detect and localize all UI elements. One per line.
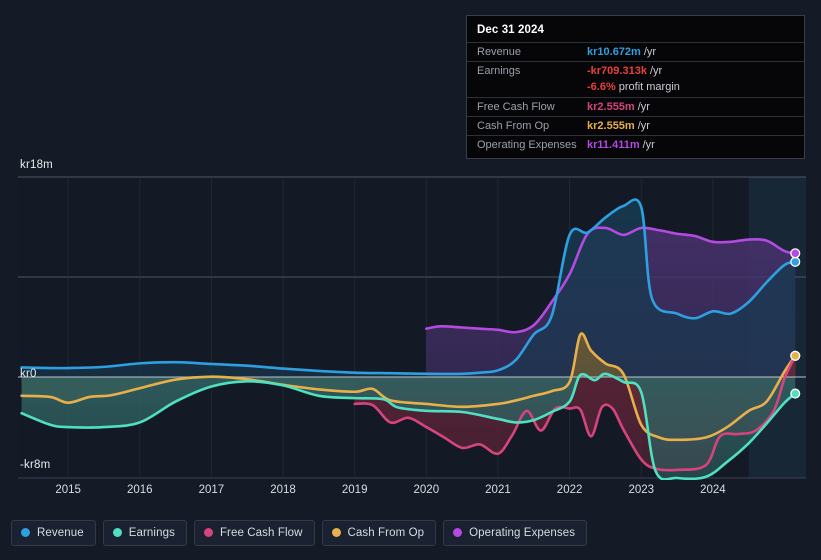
tooltip-row-label: Cash From Op: [477, 120, 550, 132]
tooltip-row-value: kr11.411m: [587, 139, 640, 151]
tooltip-row-label: Earnings: [477, 65, 521, 77]
legend-item-earnings[interactable]: Earnings: [102, 519, 187, 546]
tooltip-margin-label: profit margin: [618, 81, 680, 93]
tooltip-profit-margin-row: -6.6% profit margin: [467, 80, 804, 97]
tooltip-row-unit: /yr: [649, 65, 663, 77]
x-axis-tick-2017: 2017: [198, 484, 225, 496]
tooltip-row: Operating Expenses kr11.411m/yr: [467, 135, 804, 154]
y-axis-label-zero: kr0: [20, 368, 37, 380]
tooltip-row-value: kr10.672m: [587, 46, 641, 58]
tooltip-row: Free Cash Flow kr2.555m/yr: [467, 97, 804, 116]
legend-item-label: Revenue: [37, 526, 84, 539]
tooltip-row: Revenue kr10.672m/yr: [467, 42, 804, 61]
x-axis-tick-2016: 2016: [126, 484, 153, 496]
tooltip-row: Cash From Op kr2.555m/yr: [467, 116, 804, 135]
legend-item-label: Operating Expenses: [469, 526, 576, 539]
y-axis-label-max: kr18m: [20, 159, 53, 171]
tooltip-row-label: Revenue: [477, 46, 522, 58]
x-axis-tick-2020: 2020: [413, 484, 440, 496]
tooltip-row-label: Operating Expenses: [477, 139, 577, 151]
legend-color-swatch-icon: [112, 528, 122, 537]
legend-item-cash-from-op[interactable]: Cash From Op: [321, 519, 437, 546]
tooltip-row-unit: /yr: [643, 46, 657, 58]
y-axis-label-min: -kr8m: [20, 459, 51, 471]
financials-chart-widget: kr18m kr0 -kr8m 2015 2016 2017 2018 2019 2020…: [0, 0, 821, 560]
tooltip-row-unit: /yr: [642, 139, 655, 151]
legend-item-label: Earnings: [128, 526, 175, 539]
x-axis-tick-2019: 2019: [341, 484, 368, 496]
tooltip-date: Dec 31 2024: [477, 24, 544, 36]
chart-tooltip: Dec 31 2024 Revenue kr10.672m/yr Earnings -…: [466, 15, 805, 159]
legend-item-revenue[interactable]: Revenue: [11, 519, 96, 546]
legend-color-swatch-icon: [453, 528, 463, 537]
tooltip-row-value: -kr709.313k: [587, 65, 647, 77]
x-axis-tick-2018: 2018: [270, 484, 296, 496]
legend-item-label: Cash From Op: [347, 526, 425, 539]
x-axis-tick-2022: 2022: [556, 484, 583, 496]
legend-item-label: Free Cash Flow: [219, 526, 303, 539]
tooltip-row-unit: /yr: [637, 120, 650, 132]
legend-color-swatch-icon: [203, 528, 213, 537]
x-axis-tick-2015: 2015: [55, 484, 81, 496]
tooltip-rows: Revenue kr10.672m/yr Earnings -kr709.313k/y…: [467, 42, 804, 154]
legend-color-swatch-icon: [21, 528, 30, 537]
legend-color-swatch-icon: [331, 528, 341, 537]
tooltip-margin-value: -6.6%: [587, 81, 616, 93]
x-axis-tick-2021: 2021: [485, 484, 511, 496]
x-axis-tick-2023: 2023: [628, 484, 655, 496]
tooltip-row-value: kr2.555m: [587, 120, 635, 132]
chart-legend: Revenue Earnings Free Cash Flow Cash From O…: [0, 505, 821, 560]
tooltip-row-value: kr2.555m: [587, 101, 635, 113]
tooltip-row-unit: /yr: [637, 101, 650, 113]
legend-item-free-cash-flow[interactable]: Free Cash Flow: [193, 519, 315, 546]
x-axis-tick-2024: 2024: [700, 484, 726, 496]
legend-item-operating-expenses[interactable]: Operating Expenses: [443, 519, 588, 546]
tooltip-row-label: Free Cash Flow: [477, 101, 555, 113]
tooltip-row: Earnings -kr709.313k/yr: [467, 61, 804, 80]
